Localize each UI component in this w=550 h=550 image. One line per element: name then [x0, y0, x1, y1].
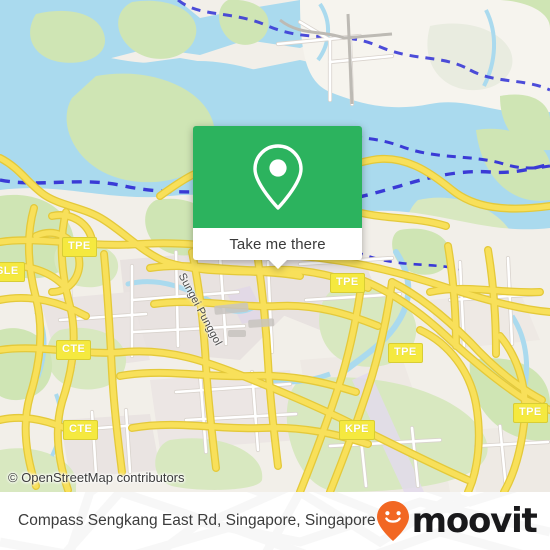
shield-tpe-c: TPE: [330, 273, 365, 293]
moovit-wordmark: moovit: [411, 501, 538, 541]
popup-tail: [267, 259, 288, 269]
screenshot-root: SLE TPE CTE CTE TPE TPE KPE TPE Sungei P…: [0, 0, 550, 550]
shield-cte-w: CTE: [56, 340, 92, 360]
footer-bar: Compass Sengkang East Rd, Singapore, Sin…: [0, 492, 550, 550]
shield-sle: SLE: [0, 262, 25, 282]
shield-cte-sw: CTE: [63, 420, 99, 440]
location-title: Compass Sengkang East Rd, Singapore, Sin…: [18, 512, 376, 529]
popup-action-bar[interactable]: Take me there: [193, 228, 362, 269]
moovit-pin-icon: [376, 501, 409, 541]
moovit-logo[interactable]: moovit: [376, 500, 538, 542]
popup-header: [193, 126, 362, 228]
shield-tpe-e: TPE: [388, 343, 423, 363]
map-pin-icon: [252, 144, 303, 210]
osm-attribution: © OpenStreetMap contributors: [8, 470, 185, 485]
shield-kpe: KPE: [339, 420, 375, 440]
shield-tpe-nw: TPE: [62, 237, 97, 257]
shield-tpe-se: TPE: [513, 403, 548, 423]
location-popup[interactable]: Take me there: [193, 126, 362, 269]
take-me-there-label: Take me there: [229, 235, 326, 253]
